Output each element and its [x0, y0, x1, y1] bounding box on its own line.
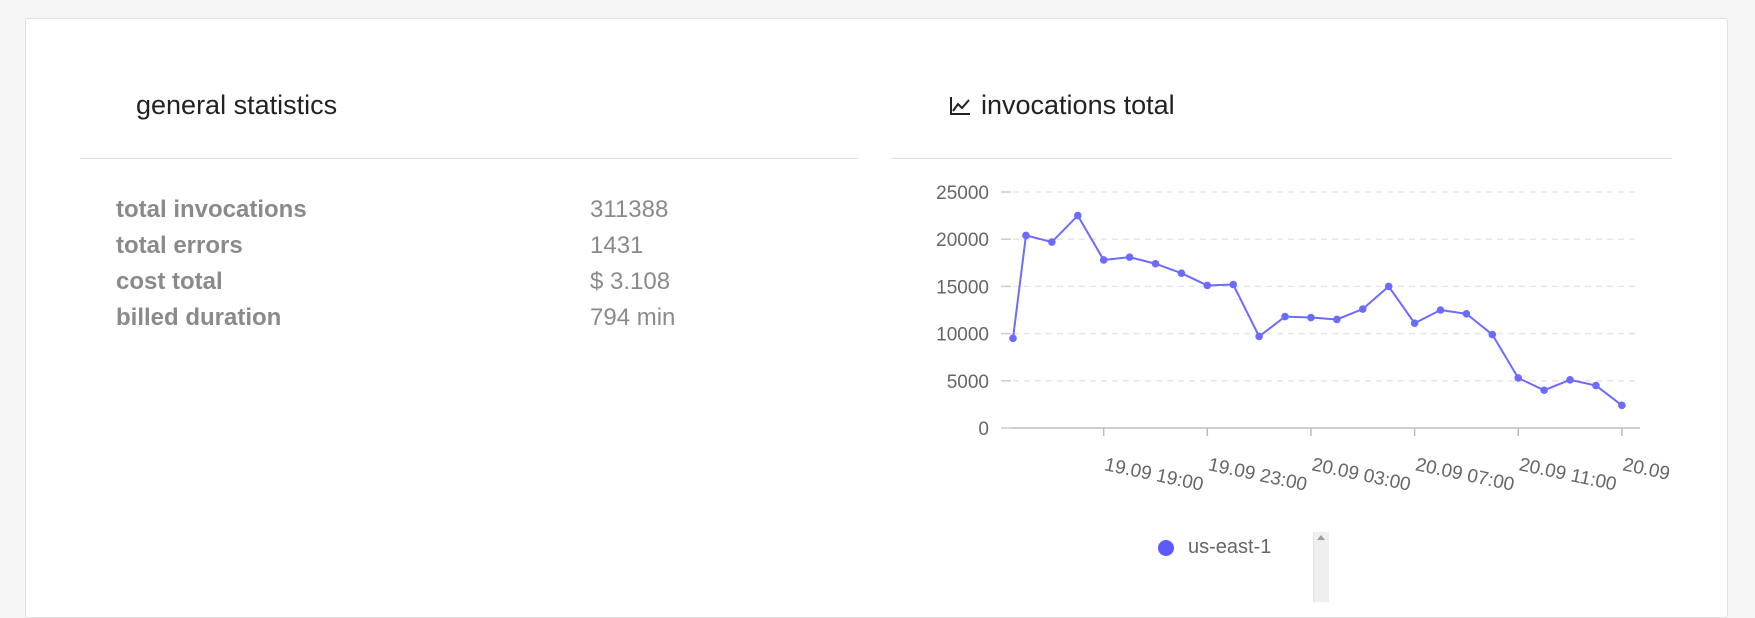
data-point — [1073, 211, 1082, 220]
chart-legend: us-east-1 — [1158, 536, 1271, 559]
data-point — [1009, 334, 1017, 343]
data-point — [1384, 282, 1393, 291]
data-point — [1099, 256, 1108, 264]
x-tick-label: 20.09 03:00 — [1310, 454, 1413, 495]
data-point — [1358, 305, 1367, 313]
data-point — [1281, 312, 1289, 321]
y-tick-label: 20000 — [936, 230, 989, 251]
legend-scrollbar[interactable] — [1313, 532, 1329, 602]
y-tick-label: 25000 — [936, 183, 989, 204]
data-point — [1462, 309, 1471, 318]
x-tick-label: 20.09 07:00 — [1414, 454, 1517, 495]
x-tick-label: 20.09 11:00 — [1517, 454, 1618, 495]
data-point — [1618, 401, 1626, 410]
data-point — [1151, 259, 1160, 268]
data-point — [1203, 281, 1212, 290]
data-point — [1592, 381, 1600, 390]
data-point — [1514, 374, 1523, 382]
scroll-up-icon[interactable] — [1317, 535, 1325, 540]
legend-marker — [1158, 539, 1174, 556]
data-point — [1177, 269, 1186, 277]
y-tick-label: 15000 — [936, 277, 989, 298]
data-point — [1488, 330, 1497, 339]
data-point — [1333, 315, 1341, 324]
data-point — [1436, 306, 1445, 314]
data-point — [1048, 238, 1056, 246]
data-point — [1022, 231, 1030, 240]
y-tick-label: 0 — [978, 419, 989, 440]
data-point — [1125, 253, 1134, 261]
chart-x-axis: 19.09 19:00 19.09 23:00 20.09 03:00 20.09 0… — [1103, 428, 1724, 496]
chart-y-axis: 0 5000 10000 15000 20000 25000 — [936, 183, 1011, 440]
chart-grid — [1013, 191, 1640, 382]
series-line-us-east-1 — [1012, 213, 1623, 407]
data-point — [1540, 386, 1548, 395]
y-tick-label: 5000 — [947, 372, 989, 393]
x-tick-label: 19.09 23:00 — [1206, 454, 1309, 495]
data-point — [1566, 376, 1574, 384]
invocations-chart: 0 5000 10000 15000 20000 25000 19.09 19:00 19.… — [936, 183, 1724, 496]
data-point — [1255, 332, 1263, 341]
chart-series — [1009, 211, 1626, 410]
data-point — [1307, 313, 1315, 322]
x-tick-label: 19.09 19:00 — [1103, 454, 1206, 495]
x-tick-label: 20.09 15:00 — [1621, 454, 1724, 495]
legend-label-us-east-1[interactable]: us-east-1 — [1188, 536, 1271, 559]
data-point — [1229, 280, 1238, 289]
data-point — [1410, 319, 1419, 328]
y-tick-label: 10000 — [936, 325, 989, 346]
